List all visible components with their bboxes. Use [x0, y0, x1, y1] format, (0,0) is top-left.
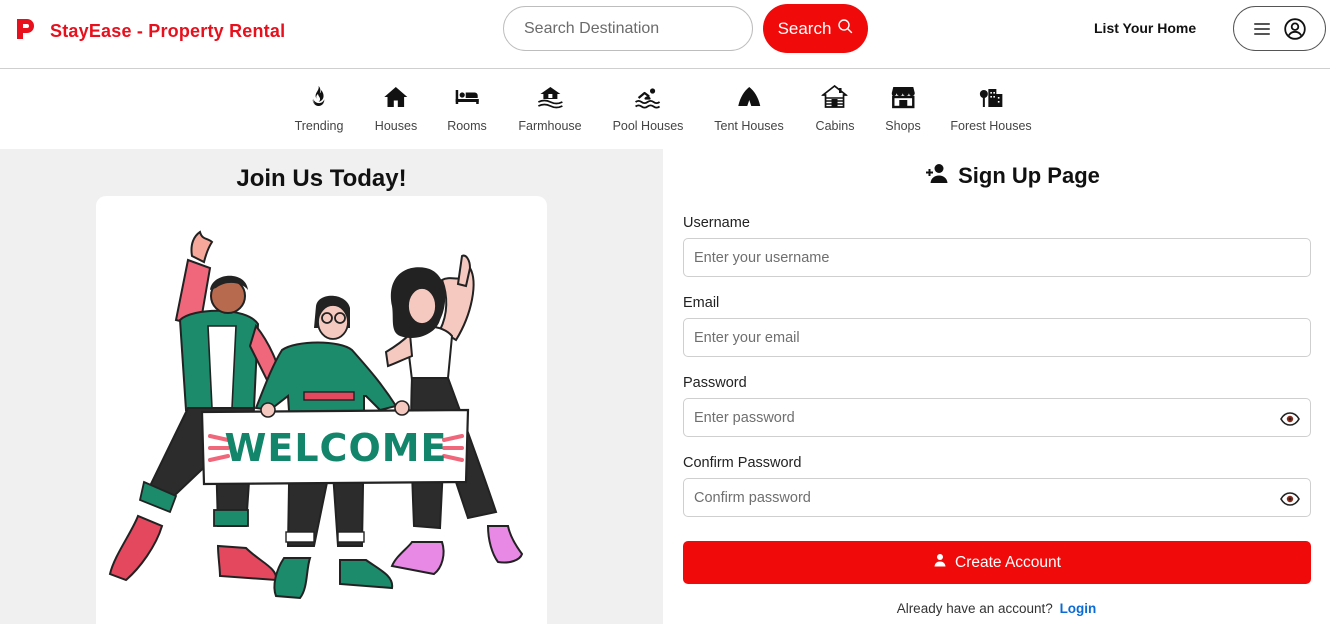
- category-label: Cabins: [815, 119, 855, 133]
- category-label: Rooms: [447, 119, 487, 133]
- username-label: Username: [683, 215, 750, 231]
- welcome-banner: WELCOME: [200, 408, 470, 486]
- create-account-button[interactable]: Create Account: [683, 541, 1311, 584]
- search-icon: [837, 18, 853, 39]
- password-label: Password: [683, 375, 747, 391]
- email-label: Email: [683, 295, 720, 311]
- user-plus-icon: [926, 162, 948, 190]
- category-rooms[interactable]: Rooms: [447, 84, 487, 133]
- house-icon: [383, 84, 409, 110]
- signup-title: Sign Up Page: [663, 162, 1330, 190]
- login-prompt-text: Already have an account?: [896, 601, 1053, 616]
- login-prompt: Already have an account? Login: [663, 601, 1330, 616]
- category-pool-houses[interactable]: Pool Houses: [612, 84, 684, 133]
- category-trending[interactable]: Trending: [294, 84, 344, 133]
- category-houses[interactable]: Houses: [375, 84, 417, 133]
- top-navbar: StayEase - Property Rental Search List Y…: [0, 0, 1330, 69]
- login-link[interactable]: Login: [1060, 601, 1097, 616]
- hamburger-icon: [1253, 22, 1270, 35]
- password-input[interactable]: [683, 398, 1311, 437]
- user-circle-icon: [1283, 17, 1306, 40]
- category-label: Houses: [374, 119, 418, 133]
- user-menu-button[interactable]: [1233, 6, 1326, 51]
- brand-name: StayEase - Property Rental: [50, 21, 286, 41]
- welcome-panel: Join Us Today! WELCOME: [0, 149, 663, 624]
- category-farmhouse[interactable]: Farmhouse: [518, 84, 582, 133]
- tent-icon: [736, 84, 762, 110]
- shop-icon: [890, 84, 916, 110]
- search-button[interactable]: Search: [763, 4, 868, 53]
- user-icon: [933, 553, 947, 572]
- confirm-password-input[interactable]: [683, 478, 1311, 517]
- category-label: Pool Houses: [612, 119, 684, 133]
- category-label: Shops: [885, 119, 921, 133]
- category-tent-houses[interactable]: Tent Houses: [714, 84, 784, 133]
- category-label: Tent Houses: [714, 119, 784, 133]
- category-forest-houses[interactable]: Forest Houses: [950, 84, 1032, 133]
- eye-icon[interactable]: [1280, 492, 1300, 506]
- category-label: Farmhouse: [518, 119, 582, 133]
- email-input[interactable]: [683, 318, 1311, 357]
- search-input[interactable]: [503, 6, 753, 51]
- logo-icon: [14, 17, 38, 46]
- search-button-label: Search: [777, 18, 832, 38]
- signup-title-text: Sign Up Page: [958, 163, 1100, 188]
- brand-logo[interactable]: StayEase - Property Rental: [14, 17, 285, 46]
- category-label: Trending: [294, 119, 344, 133]
- confirm-password-label: Confirm Password: [683, 455, 802, 471]
- create-account-label: Create Account: [955, 553, 1061, 571]
- category-label: Forest Houses: [950, 119, 1032, 133]
- farmhouse-icon: [537, 84, 563, 110]
- signup-panel: Sign Up Page Username Email Password Con…: [663, 149, 1330, 624]
- category-bar: Trending Houses Rooms Farmhouse Pool Hou…: [0, 70, 1330, 149]
- category-shops[interactable]: Shops: [885, 84, 921, 133]
- swimmer-icon: [635, 84, 661, 110]
- welcome-illustration: WELCOME: [96, 196, 547, 624]
- join-title: Join Us Today!: [236, 165, 407, 192]
- bed-icon: [454, 84, 480, 110]
- list-your-home-link[interactable]: List Your Home: [1094, 20, 1196, 36]
- welcome-banner-text: WELCOME: [224, 426, 447, 470]
- fire-icon: [306, 84, 332, 110]
- forest-building-icon: [978, 84, 1004, 110]
- eye-icon[interactable]: [1280, 412, 1300, 426]
- category-cabins[interactable]: Cabins: [815, 84, 855, 133]
- username-input[interactable]: [683, 238, 1311, 277]
- cabin-icon: [821, 84, 848, 110]
